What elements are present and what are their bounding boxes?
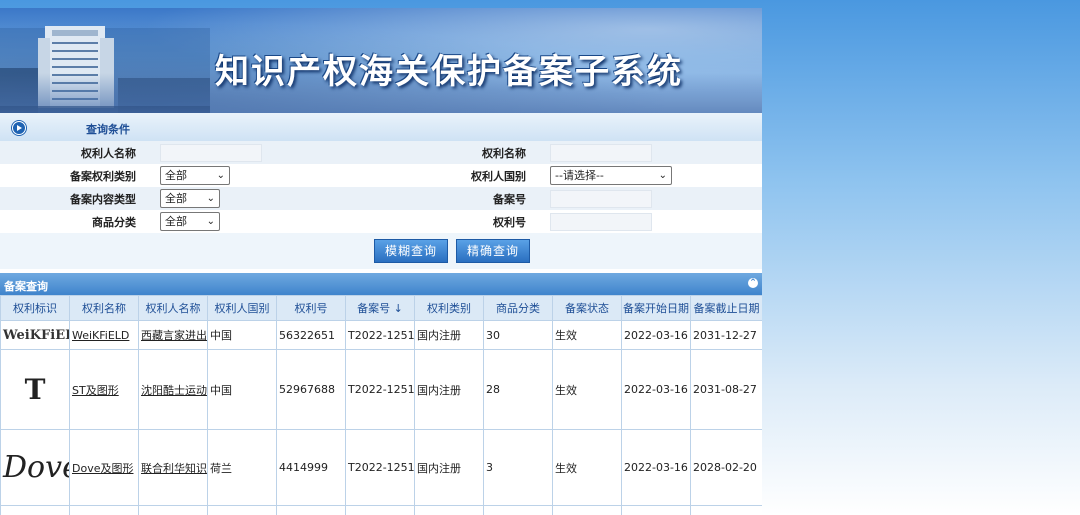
query-conditions-label: 查询条件 (86, 123, 130, 136)
col-owner-country[interactable]: 权利人国别 (207, 295, 277, 321)
chevron-down-icon: ⌄ (206, 193, 215, 204)
query-buttons: 模糊查询 精确查询 (0, 233, 762, 269)
results-header[interactable]: 备案查询 ⌃ (0, 273, 762, 295)
col-start-date[interactable]: 备案开始日期 (621, 295, 691, 321)
table-header-row: 权利标识 权利名称 权利人名称 权利人国别 权利号 备案号 ↓ 权利类别 商品分… (0, 295, 762, 321)
chevron-down-icon: ⌄ (216, 170, 225, 181)
app-window: 知识产权海关保护备案子系统 查询条件 权利人名称 权利名称 备案权利类别 全部 ⌄… (0, 8, 762, 515)
banner: 知识产权海关保护备案子系统 (0, 8, 762, 113)
goods-class-label: 商品分类 (0, 210, 148, 233)
right-name-link[interactable]: ST及图形 (72, 384, 119, 397)
brand-logo: WeiKFiEL (0, 320, 70, 350)
results-table: 权利标识 权利名称 权利人名称 权利人国别 权利号 备案号 ↓ 权利类别 商品分… (0, 295, 762, 515)
brand-logo: Dove (0, 429, 70, 506)
content-type-label: 备案内容类型 (0, 187, 148, 210)
content-type-select[interactable]: 全部 ⌄ (160, 189, 220, 208)
fuzzy-search-button[interactable]: 模糊查询 (374, 239, 449, 263)
query-row: 商品分类 全部 ⌄ 权利号 (0, 210, 762, 233)
right-name-link[interactable]: Dove及图形 (72, 462, 133, 475)
right-no-input[interactable] (550, 212, 652, 231)
results-title: 备案查询 (4, 280, 48, 293)
chevron-down-icon: ⌄ (206, 216, 215, 227)
owner-country-label: 权利人国别 (320, 164, 538, 187)
query-form: 权利人名称 权利名称 备案权利类别 全部 ⌄ 权利人国别 --请选择-- ⌄ 备案内… (0, 141, 762, 233)
col-status[interactable]: 备案状态 (552, 295, 622, 321)
right-category-select[interactable]: 全部 ⌄ (160, 166, 230, 185)
owner-name-link[interactable]: 沈阳酷士运动器 (141, 384, 207, 397)
exact-search-button[interactable]: 精确查询 (456, 239, 531, 263)
query-row: 备案内容类型 全部 ⌄ 备案号 (0, 187, 762, 210)
owner-name-link[interactable]: 联合利华知识产 (141, 462, 207, 475)
right-name-label: 权利名称 (320, 141, 538, 164)
table-row: Dove Dove及图形 联合利华知识产 荷兰 4414999 T2022-12… (0, 429, 762, 506)
system-title: 知识产权海关保护备案子系统 (215, 52, 683, 92)
expand-arrow-icon[interactable] (12, 121, 26, 135)
owner-name-link[interactable]: 西藏言家进出口 (141, 329, 207, 342)
record-no-label: 备案号 (320, 187, 538, 210)
owner-country-select[interactable]: --请选择-- ⌄ (550, 166, 672, 185)
owner-name-label: 权利人名称 (0, 141, 148, 164)
col-owner-name[interactable]: 权利人名称 (138, 295, 208, 321)
brand-logo: T (0, 349, 70, 430)
goods-class-select[interactable]: 全部 ⌄ (160, 212, 220, 231)
right-no-label: 权利号 (320, 210, 538, 233)
query-row: 权利人名称 权利名称 (0, 141, 762, 164)
query-conditions-header[interactable]: 查询条件 (0, 113, 762, 141)
right-name-link[interactable]: WeiKFiELD (72, 329, 129, 342)
col-right-type[interactable]: 权利类别 (414, 295, 484, 321)
col-record-no[interactable]: 备案号 ↓ (345, 295, 415, 321)
owner-name-input[interactable] (160, 143, 262, 162)
col-end-date[interactable]: 备案截止日期 (690, 295, 762, 321)
col-logo: 权利标识 (0, 295, 70, 321)
col-right-name[interactable]: 权利名称 (69, 295, 139, 321)
col-goods-class[interactable]: 商品分类 (483, 295, 553, 321)
query-row: 备案权利类别 全部 ⌄ 权利人国别 --请选择-- ⌄ (0, 164, 762, 187)
right-category-label: 备案权利类别 (0, 164, 148, 187)
table-row: T ST及图形 沈阳酷士运动器 中国 52967688 T2022-12514 … (0, 349, 762, 430)
right-name-input[interactable] (550, 143, 652, 162)
record-no-input[interactable] (550, 189, 652, 208)
col-right-no[interactable]: 权利号 (276, 295, 346, 321)
chevron-down-icon: ⌄ (658, 170, 667, 181)
collapse-icon[interactable]: ⌃ (748, 278, 758, 288)
table-row (0, 505, 762, 515)
table-row: WeiKFiEL WeiKFiELD 西藏言家进出口 中国 56322651 T… (0, 320, 762, 350)
